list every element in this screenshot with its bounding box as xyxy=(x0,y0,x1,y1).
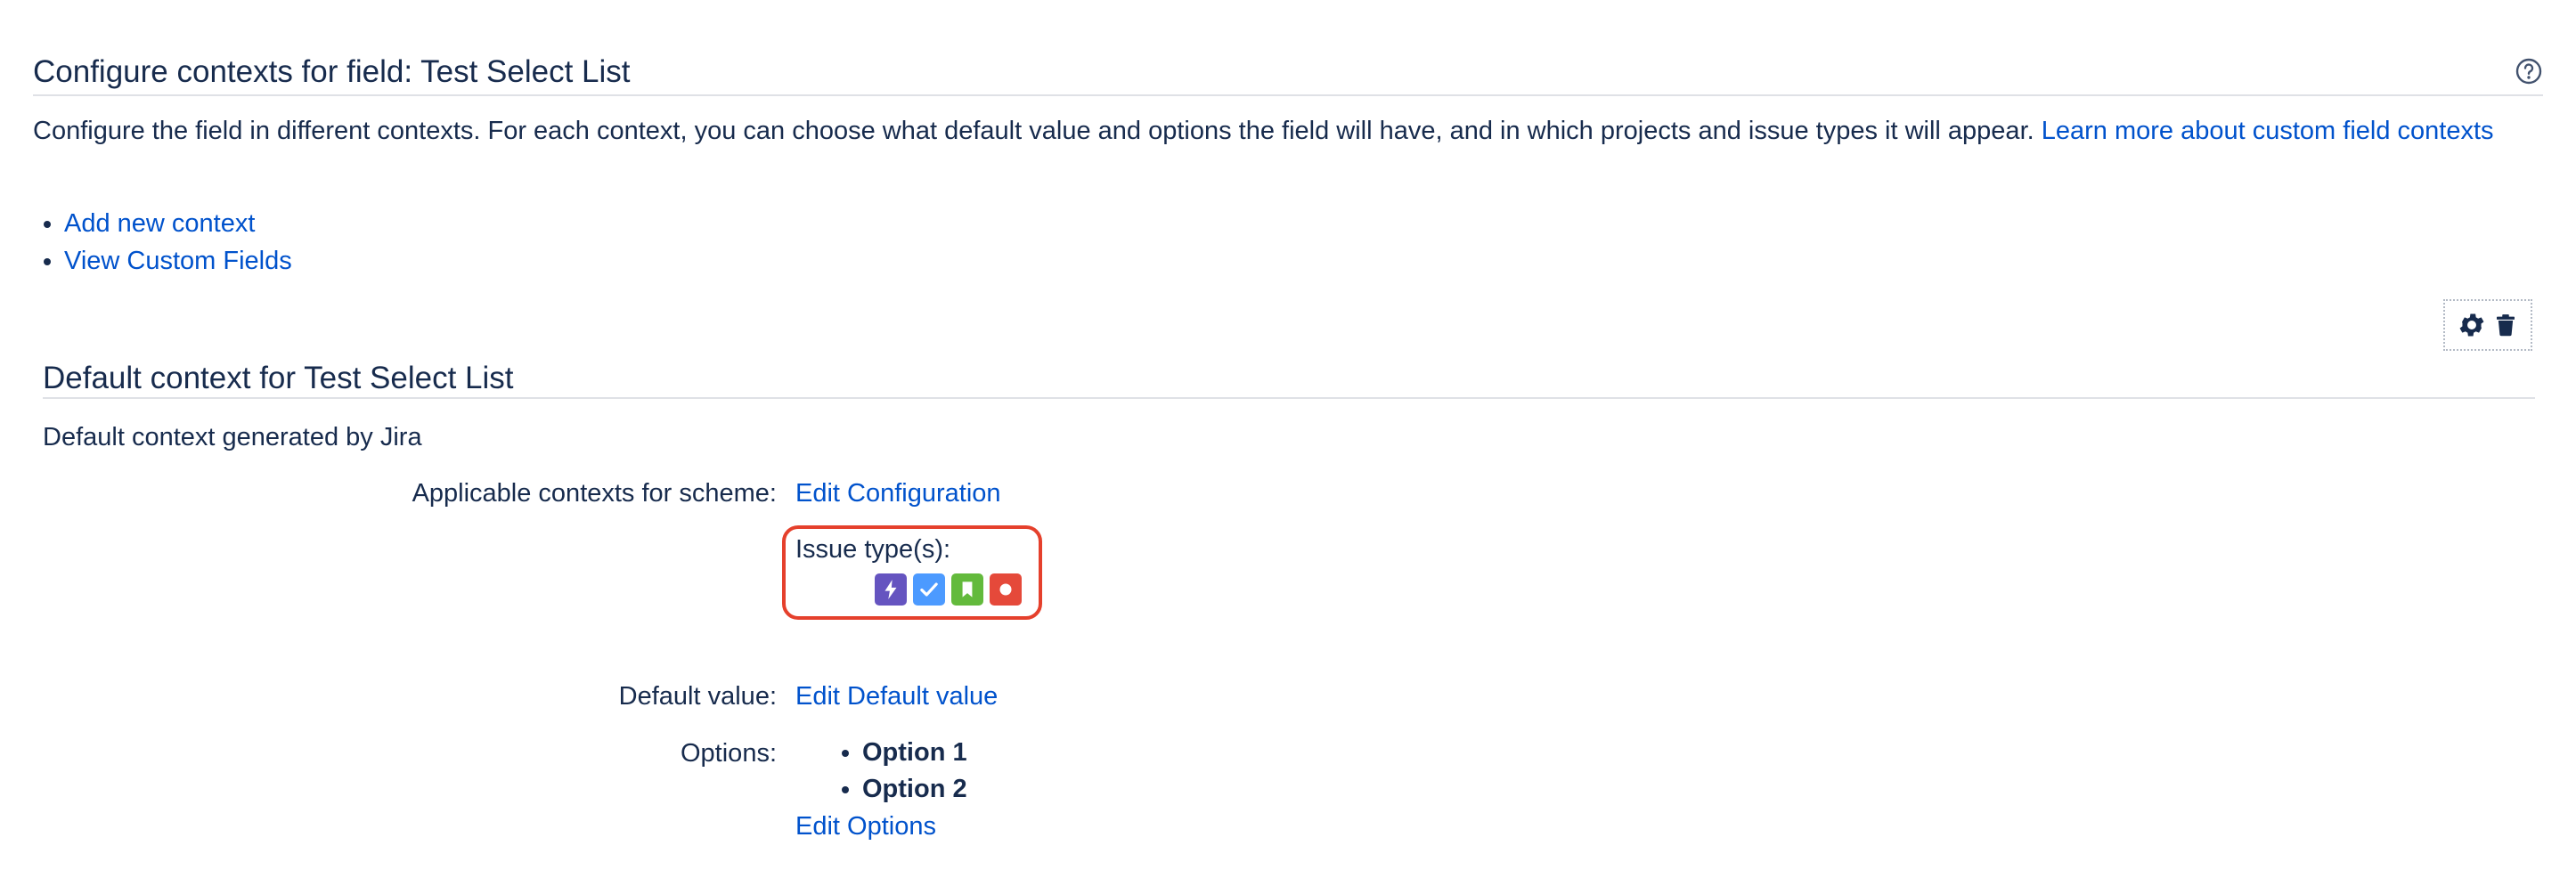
option-item: Option 1 xyxy=(862,735,967,771)
context-description: Default context generated by Jira xyxy=(43,423,422,451)
action-links-list: Add new context View Custom Fields xyxy=(33,205,292,280)
edit-default-value-link[interactable]: Edit Default value xyxy=(795,679,998,714)
options-list: Option 1 Option 2 xyxy=(795,735,967,808)
trash-icon[interactable] xyxy=(2492,312,2519,338)
epic-lightning-icon xyxy=(875,573,907,606)
options-label: Options: xyxy=(681,739,777,768)
context-title: Default context for Test Select List xyxy=(43,361,514,395)
help-icon[interactable] xyxy=(2515,57,2543,85)
gear-icon[interactable] xyxy=(2457,310,2487,340)
list-item: Add new context xyxy=(64,205,292,242)
context-actions xyxy=(2443,299,2532,351)
issue-types-label: Issue type(s): xyxy=(795,535,951,564)
context-header: Default context for Test Select List xyxy=(43,354,2535,399)
default-value-label: Default value: xyxy=(618,682,777,711)
page-description: Configure the field in different context… xyxy=(33,113,2527,150)
applicable-contexts-label: Applicable contexts for scheme: xyxy=(412,479,777,508)
learn-more-link[interactable]: Learn more about custom field contexts xyxy=(2042,117,2494,145)
issue-type-icons xyxy=(875,573,1022,606)
add-new-context-link[interactable]: Add new context xyxy=(64,209,255,238)
description-text: Configure the field in different context… xyxy=(33,117,2042,145)
list-item: View Custom Fields xyxy=(64,242,292,280)
option-item: Option 2 xyxy=(862,771,967,808)
edit-configuration-link[interactable]: Edit Configuration xyxy=(795,476,1001,511)
page-title: Configure contexts for field: Test Selec… xyxy=(33,54,631,89)
edit-options-link[interactable]: Edit Options xyxy=(795,809,936,844)
view-custom-fields-link[interactable]: View Custom Fields xyxy=(64,247,292,275)
bug-circle-icon xyxy=(990,573,1022,606)
story-bookmark-icon xyxy=(951,573,983,606)
task-checkmark-icon xyxy=(913,573,945,606)
page-header: Configure contexts for field: Test Selec… xyxy=(33,50,2543,96)
